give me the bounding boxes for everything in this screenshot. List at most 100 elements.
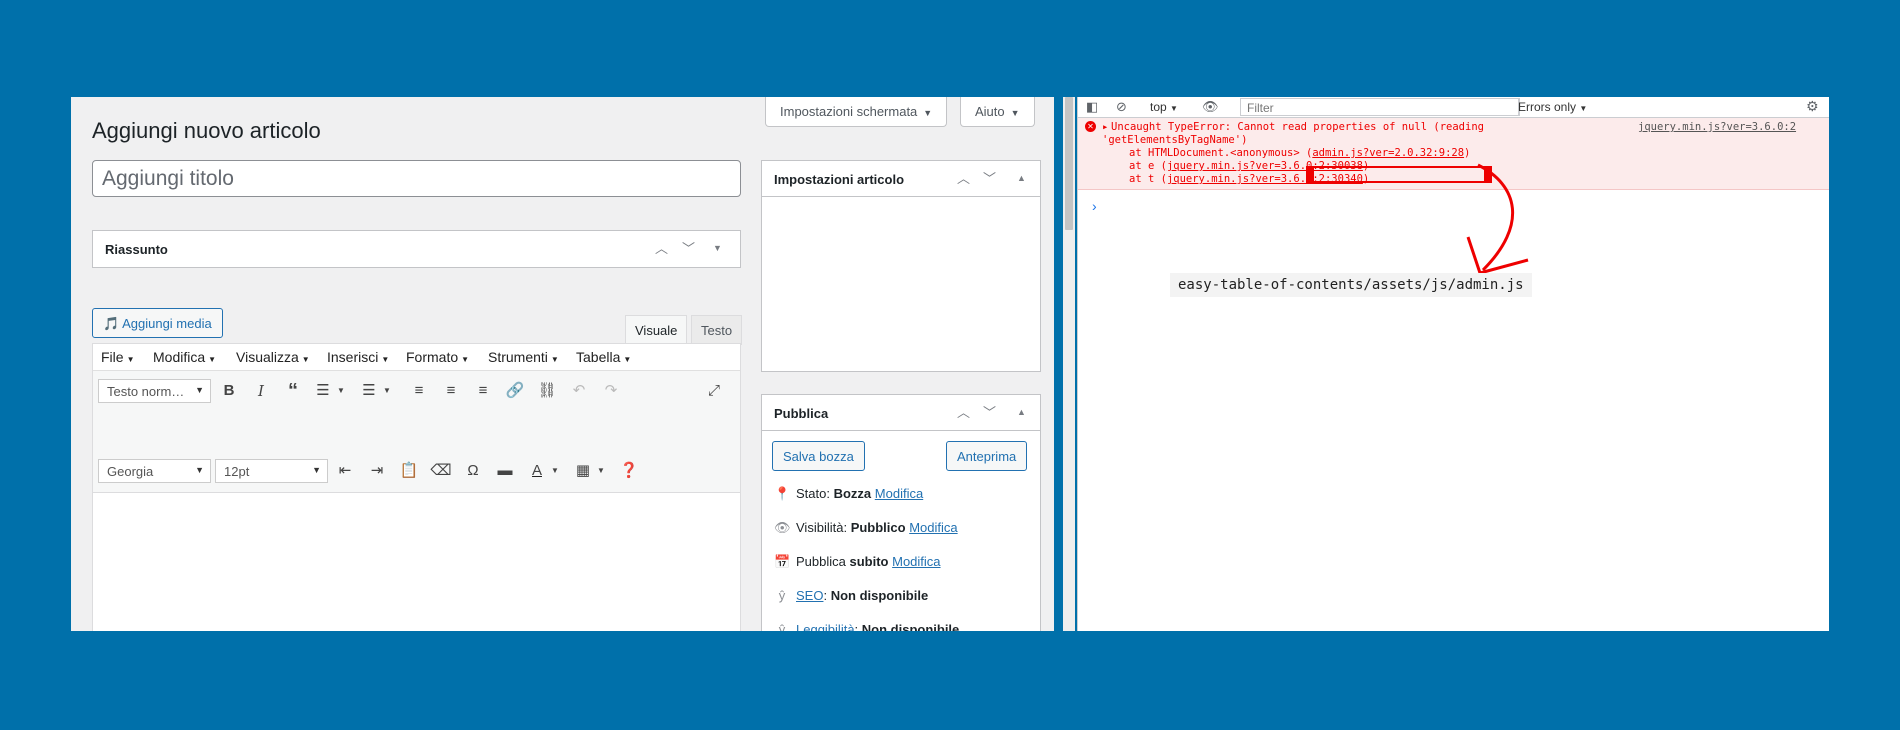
chevron-down-icon[interactable]: ▼: [329, 379, 353, 403]
format-select-value: Testo norm…: [107, 384, 185, 399]
menu-table[interactable]: Tabella ▼: [576, 349, 631, 365]
clear-console-icon[interactable]: ⊘: [1116, 99, 1127, 115]
console-error-message: ✕ ▸ Uncaught TypeError: Cannot read prop…: [1078, 118, 1829, 190]
format-select[interactable]: Testo norm… ▼: [98, 379, 211, 403]
log-level-select[interactable]: Errors only ▼: [1518, 100, 1587, 114]
page-title: Aggiungi nuovo articolo: [92, 118, 321, 143]
error-line-2: 'getElementsByTagName'): [1102, 134, 1248, 146]
horizontal-rule-icon[interactable]: ▬: [493, 459, 517, 483]
wp-editor-pane: Aggiungi nuovo articolo Impostazioni sch…: [71, 97, 1054, 631]
clear-format-icon[interactable]: ⌫: [429, 459, 453, 483]
move-up-icon[interactable]: ︿: [655, 238, 668, 257]
tinymce-editor: File ▼ Modifica ▼ Visualizza ▼ Inserisci ▼ F…: [92, 343, 741, 631]
eye-icon[interactable]: 👁: [1202, 99, 1219, 115]
move-down-icon[interactable]: ﹀: [682, 238, 695, 257]
menu-format[interactable]: Formato ▼: [406, 349, 469, 365]
paste-icon[interactable]: 📋: [397, 459, 421, 483]
chevron-down-icon: ▼: [195, 385, 204, 395]
annotation-label: easy-table-of-contents/assets/js/admin.j…: [1170, 273, 1532, 297]
scrollbar-thumb[interactable]: [1065, 97, 1073, 230]
chevron-down-icon: ▼: [381, 355, 390, 364]
font-family-select[interactable]: Georgia ▼: [98, 459, 211, 483]
scrollbar[interactable]: [1063, 97, 1075, 631]
yoast-icon: ŷ: [778, 588, 786, 603]
visibility-row: 👁 Visibilità: Pubblico Modifica: [774, 520, 958, 540]
menu-edit[interactable]: Modifica ▼: [153, 349, 216, 365]
move-up-icon[interactable]: ︿: [957, 402, 970, 421]
indent-icon[interactable]: ⇥: [365, 459, 389, 483]
sidebar-toggle-icon[interactable]: ◧: [1086, 99, 1098, 115]
expand-icon[interactable]: ▸: [1102, 121, 1108, 133]
excerpt-box: Riassunto ︿ ﹀ ▼: [92, 230, 741, 268]
font-size-value: 12pt: [224, 464, 250, 479]
publish-date-row: 📅 Pubblica subito Modifica: [774, 554, 941, 574]
chevron-down-icon: ▼: [1170, 104, 1178, 113]
stack-frame-1-link[interactable]: admin.js?ver=2.0.32:9:28: [1312, 147, 1464, 159]
tab-visual[interactable]: Visuale: [625, 315, 688, 345]
font-family-value: Georgia: [107, 464, 154, 479]
context-select[interactable]: top ▼: [1150, 100, 1178, 114]
readability-link[interactable]: Leggibilità: [796, 622, 855, 631]
arrow-annotation: [1466, 163, 1529, 275]
error-line-1: Uncaught TypeError: Cannot read properti…: [1111, 121, 1484, 133]
gear-icon[interactable]: ⚙: [1806, 98, 1819, 115]
toggle-icon[interactable]: ▲: [1017, 173, 1026, 183]
redo-icon[interactable]: ↷: [599, 379, 623, 403]
font-size-select[interactable]: 12pt ▼: [215, 459, 328, 483]
preview-label: Anteprima: [957, 449, 1017, 464]
outdent-icon[interactable]: ⇤: [333, 459, 357, 483]
menu-view[interactable]: Visualizza ▼: [236, 349, 310, 365]
calendar-icon: 📅: [774, 554, 791, 569]
status-label: Stato:: [796, 486, 830, 501]
unlink-icon[interactable]: ⛓: [535, 379, 559, 403]
align-left-icon[interactable]: ≡: [407, 379, 431, 403]
preview-button[interactable]: Anteprima: [946, 441, 1028, 471]
toggle-icon[interactable]: ▼: [713, 243, 722, 253]
post-title-input[interactable]: Aggiungi titolo: [92, 160, 741, 197]
save-draft-button[interactable]: Salva bozza: [772, 441, 865, 471]
source-link[interactable]: jquery.min.js?ver=3.6.0:2: [1638, 121, 1796, 133]
publish-title: Pubblica: [774, 406, 829, 421]
chevron-down-icon[interactable]: ▼: [589, 459, 613, 483]
move-up-icon[interactable]: ︿: [957, 168, 970, 187]
align-right-icon[interactable]: ≡: [471, 379, 495, 403]
chevron-down-icon: ▼: [550, 355, 559, 364]
align-center-icon[interactable]: ≡: [439, 379, 463, 403]
chevron-down-icon: ▼: [1010, 108, 1020, 118]
fullscreen-icon[interactable]: ⤢: [702, 379, 726, 403]
tab-text[interactable]: Testo: [691, 315, 743, 345]
blockquote-icon[interactable]: “: [281, 379, 305, 403]
add-media-button[interactable]: 🎵 Aggiungi media: [92, 308, 223, 338]
bold-icon[interactable]: B: [217, 379, 241, 403]
editor-toolbar: Testo norm… ▼ B I “ ☰ ▼ ☰ ▼ ≡ ≡ ≡ 🔗 ⛓ ↶ ↷…: [93, 371, 740, 493]
screenshot: Aggiungi nuovo articolo Impostazioni sch…: [71, 97, 1829, 631]
chevron-down-icon: ▼: [923, 108, 933, 118]
omega-icon[interactable]: Ω: [461, 459, 485, 483]
italic-icon[interactable]: I: [249, 379, 273, 403]
console-prompt[interactable]: ›: [1092, 198, 1097, 214]
menu-file[interactable]: File ▼: [101, 349, 134, 365]
chevron-down-icon[interactable]: ▼: [543, 459, 567, 483]
menu-insert[interactable]: Inserisci ▼: [327, 349, 389, 365]
console-toolbar: ◧ ⊘ top ▼ 👁 Filter Errors only ▼ ⚙: [1078, 97, 1829, 118]
move-down-icon[interactable]: ﹀: [983, 168, 996, 187]
eye-icon: 👁: [774, 520, 791, 535]
move-down-icon[interactable]: ﹀: [983, 402, 996, 421]
help-button[interactable]: Aiuto ▼: [960, 97, 1035, 127]
screen-options-button[interactable]: Impostazioni schermata ▼: [765, 97, 948, 127]
stack-frame-1-prefix: at HTMLDocument.<anonymous> (: [1129, 147, 1313, 159]
menu-view-label: Visualizza: [236, 349, 299, 365]
chevron-down-icon[interactable]: ▼: [375, 379, 399, 403]
readability-row: ŷ Leggibilità: Non disponibile: [774, 622, 960, 631]
toggle-icon[interactable]: ▲: [1017, 407, 1026, 417]
edit-status-link[interactable]: Modifica: [875, 486, 923, 501]
help-icon[interactable]: ❓: [617, 459, 641, 483]
menu-tools[interactable]: Strumenti ▼: [488, 349, 559, 365]
edit-publish-link[interactable]: Modifica: [892, 554, 940, 569]
seo-link[interactable]: SEO: [796, 588, 823, 603]
undo-icon[interactable]: ↶: [567, 379, 591, 403]
edit-visibility-link[interactable]: Modifica: [909, 520, 957, 535]
link-icon[interactable]: 🔗: [503, 379, 527, 403]
log-level-label: Errors only: [1518, 100, 1577, 114]
filter-input[interactable]: Filter: [1240, 98, 1520, 116]
